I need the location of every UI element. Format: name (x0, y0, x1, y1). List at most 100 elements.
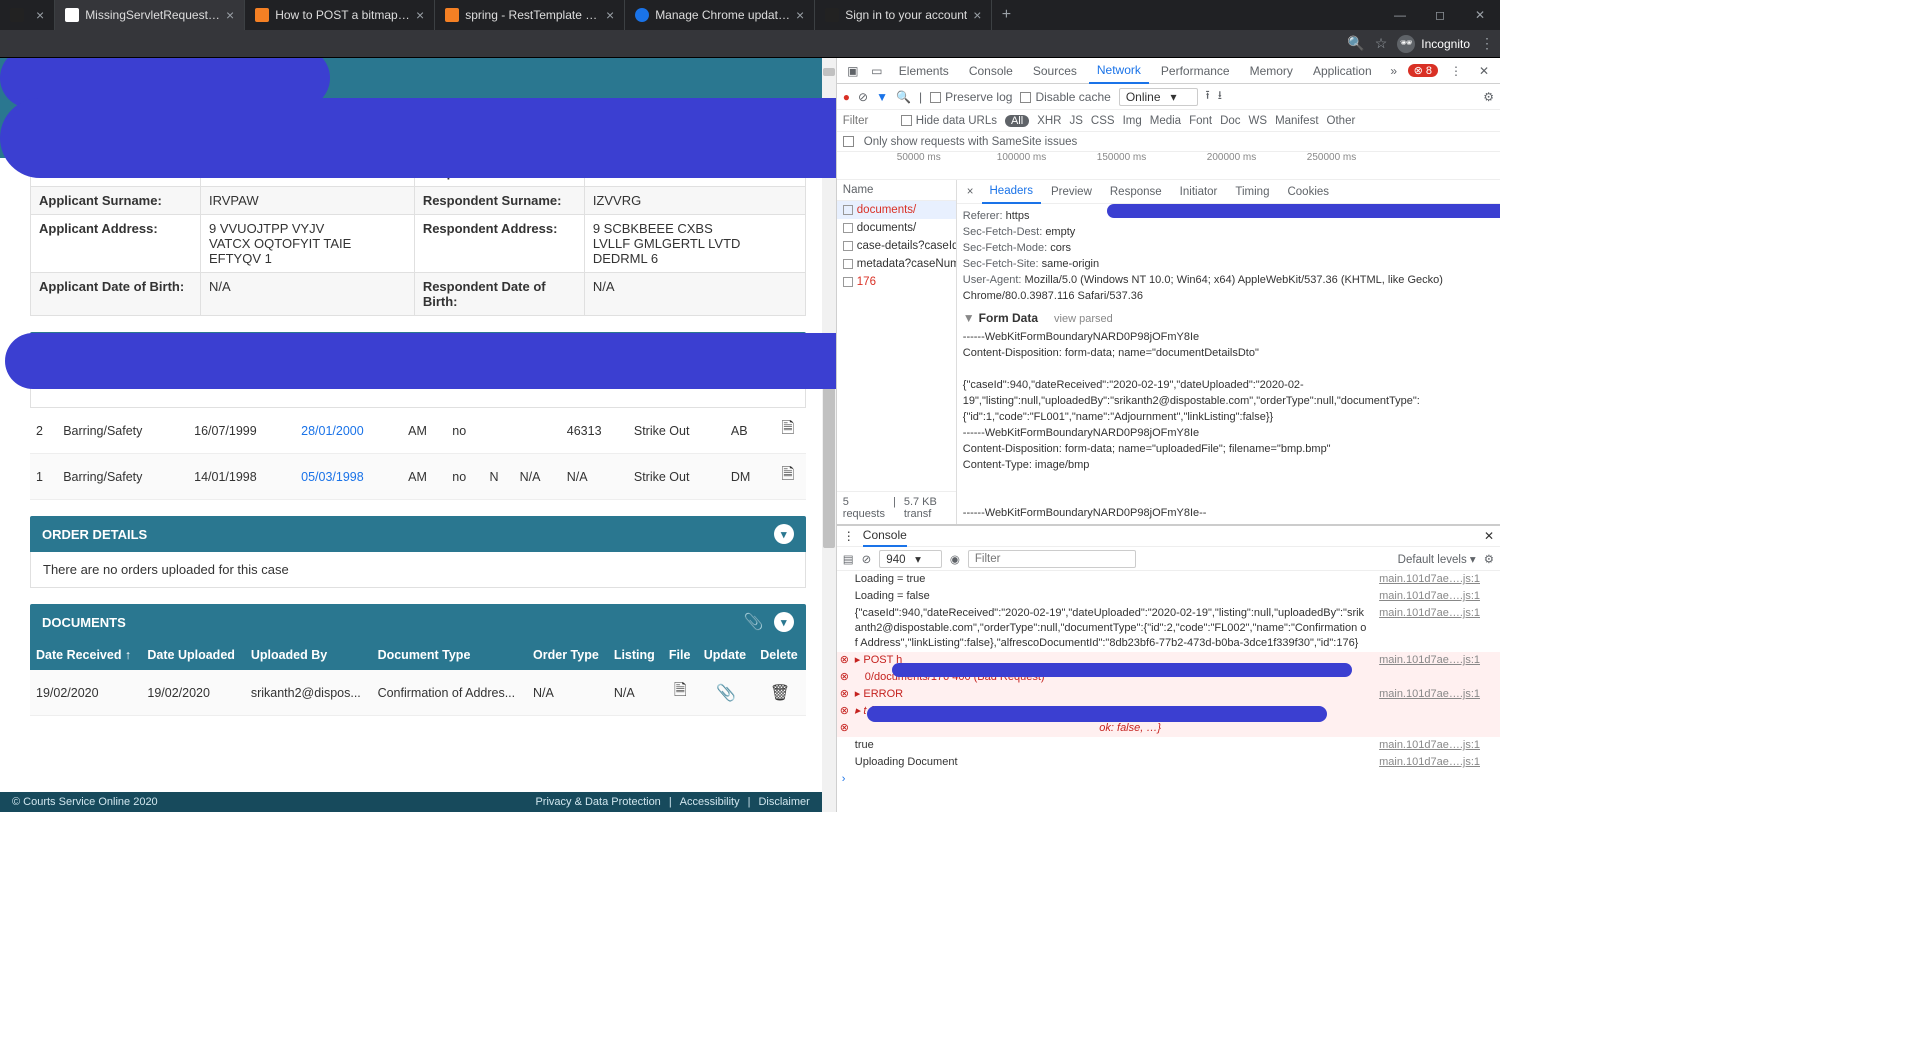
attach-icon[interactable]: 📎 (698, 670, 755, 716)
footer-link-privacy[interactable]: Privacy & Data Protection (535, 796, 660, 808)
devtools-tab-console[interactable]: Console (961, 58, 1021, 84)
browser-tab[interactable]: MissingServletRequestParamete× (55, 0, 245, 30)
browser-tab[interactable]: Sign in to your account× (815, 0, 992, 30)
detail-tab-timing[interactable]: Timing (1227, 186, 1277, 198)
delete-icon[interactable]: 🗑 (754, 670, 806, 716)
applications-panel-header[interactable]: APPLICATIONS ▾ (30, 332, 806, 368)
close-icon[interactable]: × (973, 7, 981, 23)
window-close[interactable]: ✕ (1460, 0, 1500, 30)
filter-type[interactable]: Img (1123, 115, 1142, 127)
filter-type[interactable]: XHR (1037, 115, 1061, 127)
search-icon[interactable]: 🔍 (1347, 35, 1364, 52)
network-request[interactable]: documents/ (837, 219, 956, 237)
detail-tab-headers[interactable]: Headers (982, 180, 1041, 204)
record-icon[interactable]: ● (843, 90, 850, 104)
browser-tab[interactable]: Manage Chrome updates (Wind× (625, 0, 815, 30)
console-settings-icon[interactable]: ⚙ (1484, 552, 1494, 566)
error-count-badge[interactable]: ⊗ 8 (1408, 64, 1438, 77)
document-icon[interactable]: 🗎 (770, 408, 806, 454)
return-date-link[interactable]: 05/03/1998 (301, 470, 364, 484)
drawer-menu-icon[interactable]: ⋮ (843, 529, 855, 543)
console-context-select[interactable]: 940 ▾ (879, 550, 942, 568)
live-expression-icon[interactable]: ◉ (950, 552, 960, 566)
documents-panel-header[interactable]: DOCUMENTS 📎 ▾ (30, 604, 806, 640)
bookmark-icon[interactable]: ☆ (1375, 35, 1388, 52)
browser-tab[interactable]: × (0, 0, 55, 30)
detail-tab-preview[interactable]: Preview (1043, 186, 1100, 198)
footer-link-disclaimer[interactable]: Disclaimer (758, 796, 809, 808)
request-headers-view[interactable]: Referer: https Sec-Fetch-Dest: empty Sec… (957, 204, 1500, 524)
filter-type[interactable]: Other (1327, 115, 1356, 127)
filter-type[interactable]: JS (1069, 115, 1082, 127)
log-levels-select[interactable]: Default levels ▾ (1398, 552, 1476, 566)
upload-har-icon[interactable]: ⭱ (1206, 86, 1210, 107)
close-icon[interactable]: × (36, 7, 44, 23)
close-detail-icon[interactable]: × (961, 186, 980, 198)
filter-toggle-icon[interactable]: ▼ (876, 90, 888, 104)
sidebar-toggle-icon[interactable]: ▤ (843, 552, 854, 566)
search-icon[interactable]: 🔍 (896, 90, 911, 104)
devtools-tab-memory[interactable]: Memory (1242, 58, 1301, 84)
collapse-icon[interactable]: ▾ (774, 612, 794, 632)
more-tabs-icon[interactable]: » (1384, 64, 1404, 78)
samesite-filter[interactable]: Only show requests with SameSite issues (837, 132, 1500, 152)
clear-console-icon[interactable]: ⊘ (862, 552, 872, 566)
detail-tab-initiator[interactable]: Initiator (1172, 186, 1226, 198)
preserve-log-checkbox[interactable]: Preserve log (930, 90, 1012, 104)
throttling-select[interactable]: Online ▾ (1119, 88, 1198, 106)
devtools-tab-performance[interactable]: Performance (1153, 58, 1238, 84)
orders-panel-header[interactable]: ORDER DETAILS ▾ (30, 516, 806, 552)
footer-link-accessibility[interactable]: Accessibility (680, 796, 740, 808)
collapse-icon[interactable]: ▾ (774, 524, 794, 544)
network-request[interactable]: metadata?caseNumbe... (837, 255, 956, 273)
page-scrollbar[interactable] (822, 58, 836, 812)
devtools-tab-elements[interactable]: Elements (891, 58, 957, 84)
close-icon[interactable]: × (416, 7, 424, 23)
detail-tab-response[interactable]: Response (1102, 186, 1170, 198)
network-timeline[interactable]: 50000 ms 100000 ms 150000 ms 200000 ms 2… (837, 152, 1500, 180)
filter-type[interactable]: Doc (1220, 115, 1240, 127)
window-maximize[interactable]: ◻ (1420, 0, 1460, 30)
download-har-icon[interactable]: ⭳ (1218, 86, 1222, 107)
devtools-tab-application[interactable]: Application (1305, 58, 1380, 84)
settings-icon[interactable]: ⚙ (1483, 90, 1494, 104)
browser-tab[interactable]: How to POST a bitmap to a serv× (245, 0, 435, 30)
network-request[interactable]: 176 (837, 273, 956, 291)
view-parsed-link[interactable]: view parsed (1054, 313, 1113, 325)
new-tab-button[interactable]: + (992, 0, 1020, 30)
return-date-link[interactable]: 28/01/2000 (301, 424, 364, 438)
filter-type[interactable]: WS (1249, 115, 1268, 127)
clear-icon[interactable]: ⊘ (858, 90, 868, 104)
detail-tab-cookies[interactable]: Cookies (1279, 186, 1337, 198)
disable-cache-checkbox[interactable]: Disable cache (1020, 90, 1110, 104)
collapse-icon[interactable]: ▾ (774, 340, 794, 360)
close-icon[interactable]: × (796, 7, 804, 23)
window-minimize[interactable]: — (1380, 0, 1420, 30)
attach-icon[interactable]: 📎 (744, 612, 764, 632)
devtools-menu-icon[interactable]: ⋮ (1446, 64, 1466, 78)
filter-type-all[interactable]: All (1005, 115, 1029, 127)
network-request[interactable]: documents/ (837, 201, 956, 219)
devtools-tab-network[interactable]: Network (1089, 58, 1149, 84)
hide-dataurl-checkbox[interactable]: Hide data URLs (901, 115, 997, 127)
column-header[interactable]: Name (837, 180, 956, 201)
devtools-close-icon[interactable]: ✕ (1474, 64, 1494, 78)
devtools-tab-sources[interactable]: Sources (1025, 58, 1085, 84)
filter-type[interactable]: Manifest (1275, 115, 1318, 127)
inspect-icon[interactable]: ▣ (843, 64, 863, 78)
file-download-icon[interactable]: 🗎 (663, 670, 698, 716)
console-output[interactable]: Loading = truemain.101d7ae….js:1 Loading… (837, 571, 1500, 812)
filter-type[interactable]: Media (1150, 115, 1181, 127)
document-icon[interactable]: 🗎 (770, 454, 806, 500)
console-filter-input[interactable] (968, 550, 1136, 568)
drawer-close-icon[interactable]: ✕ (1484, 529, 1494, 543)
network-request[interactable]: case-details?caseId=9... (837, 237, 956, 255)
close-icon[interactable]: × (226, 7, 234, 23)
filter-type[interactable]: CSS (1091, 115, 1115, 127)
device-toggle-icon[interactable]: ▭ (867, 64, 887, 78)
filter-type[interactable]: Font (1189, 115, 1212, 127)
browser-menu-icon[interactable]: ⋮ (1480, 35, 1494, 52)
network-filter-input[interactable] (843, 115, 893, 127)
close-icon[interactable]: × (606, 7, 614, 23)
browser-tab[interactable]: spring - RestTemplate required M× (435, 0, 625, 30)
